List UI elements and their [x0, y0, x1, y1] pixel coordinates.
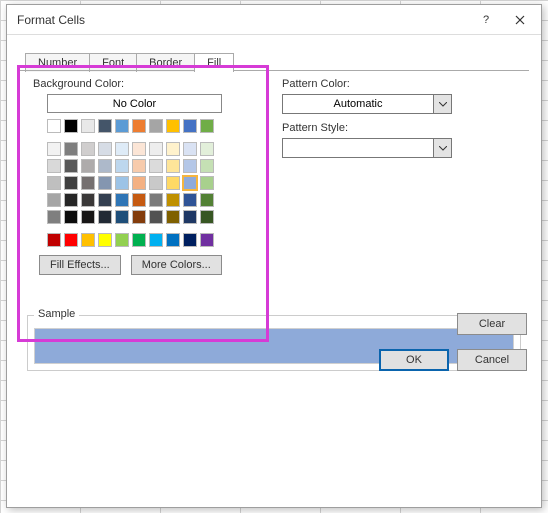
pattern-style-label: Pattern Style:: [282, 122, 517, 134]
color-swatch[interactable]: [149, 176, 163, 190]
color-swatch[interactable]: [183, 119, 197, 133]
color-swatch[interactable]: [166, 176, 180, 190]
color-swatch[interactable]: [64, 210, 78, 224]
color-swatch[interactable]: [132, 159, 146, 173]
color-swatch[interactable]: [98, 142, 112, 156]
color-swatch[interactable]: [166, 193, 180, 207]
color-swatch[interactable]: [200, 210, 214, 224]
color-swatch[interactable]: [200, 193, 214, 207]
color-swatch[interactable]: [47, 119, 61, 133]
color-swatch[interactable]: [47, 142, 61, 156]
color-swatch[interactable]: [115, 176, 129, 190]
background-color-label: Background Color:: [33, 78, 258, 90]
color-swatch[interactable]: [149, 210, 163, 224]
color-swatch[interactable]: [166, 159, 180, 173]
color-swatch[interactable]: [64, 176, 78, 190]
close-icon: [515, 15, 525, 25]
color-swatch[interactable]: [81, 159, 95, 173]
color-swatch[interactable]: [166, 210, 180, 224]
color-swatch[interactable]: [98, 176, 112, 190]
titlebar: Format Cells ?: [7, 5, 541, 35]
color-swatch[interactable]: [149, 159, 163, 173]
color-swatch[interactable]: [132, 176, 146, 190]
theme-color-grid: [47, 142, 258, 224]
tab-fill[interactable]: Fill: [194, 53, 234, 72]
format-cells-dialog: Format Cells ? NumberFontBorderFill Back…: [6, 4, 542, 508]
fill-effects-button[interactable]: Fill Effects...: [39, 255, 121, 275]
color-swatch[interactable]: [64, 159, 78, 173]
color-swatch[interactable]: [183, 176, 197, 190]
color-swatch[interactable]: [183, 159, 197, 173]
color-swatch[interactable]: [81, 119, 95, 133]
color-swatch[interactable]: [166, 142, 180, 156]
help-button[interactable]: ?: [469, 9, 503, 31]
color-swatch[interactable]: [115, 142, 129, 156]
color-swatch[interactable]: [47, 193, 61, 207]
color-swatch[interactable]: [183, 210, 197, 224]
color-swatch[interactable]: [47, 176, 61, 190]
more-colors-button[interactable]: More Colors...: [131, 255, 222, 275]
color-swatch[interactable]: [200, 119, 214, 133]
color-swatch[interactable]: [81, 142, 95, 156]
color-swatch[interactable]: [200, 233, 214, 247]
color-swatch[interactable]: [81, 210, 95, 224]
color-swatch[interactable]: [183, 142, 197, 156]
dialog-title: Format Cells: [17, 13, 469, 27]
chevron-down-icon: [433, 95, 451, 113]
pattern-color-label: Pattern Color:: [282, 78, 517, 90]
color-swatch[interactable]: [81, 233, 95, 247]
color-swatch[interactable]: [47, 210, 61, 224]
color-swatch[interactable]: [98, 159, 112, 173]
color-swatch[interactable]: [81, 193, 95, 207]
color-swatch[interactable]: [200, 142, 214, 156]
color-swatch[interactable]: [166, 233, 180, 247]
chevron-down-icon: [433, 139, 451, 157]
color-swatch[interactable]: [47, 159, 61, 173]
color-swatch[interactable]: [132, 233, 146, 247]
color-swatch[interactable]: [115, 210, 129, 224]
clear-button[interactable]: Clear: [457, 313, 527, 335]
color-swatch[interactable]: [98, 233, 112, 247]
color-swatch[interactable]: [115, 233, 129, 247]
color-swatch[interactable]: [64, 119, 78, 133]
color-swatch[interactable]: [132, 142, 146, 156]
color-swatch[interactable]: [149, 193, 163, 207]
pattern-style-combo[interactable]: [282, 138, 452, 158]
basic-color-row: [47, 119, 258, 133]
color-swatch[interactable]: [64, 233, 78, 247]
color-swatch[interactable]: [81, 176, 95, 190]
cancel-button[interactable]: Cancel: [457, 349, 527, 371]
color-swatch[interactable]: [183, 193, 197, 207]
color-swatch[interactable]: [47, 233, 61, 247]
color-swatch[interactable]: [166, 119, 180, 133]
close-button[interactable]: [503, 9, 537, 31]
color-swatch[interactable]: [115, 119, 129, 133]
color-swatch[interactable]: [183, 233, 197, 247]
standard-color-row: [47, 233, 258, 247]
color-swatch[interactable]: [132, 193, 146, 207]
tab-strip: NumberFontBorderFill: [25, 49, 529, 71]
color-swatch[interactable]: [98, 119, 112, 133]
color-swatch[interactable]: [115, 193, 129, 207]
color-swatch[interactable]: [115, 159, 129, 173]
help-icon: ?: [483, 14, 489, 26]
color-swatch[interactable]: [98, 193, 112, 207]
color-swatch[interactable]: [132, 119, 146, 133]
no-color-button[interactable]: No Color: [47, 94, 222, 113]
color-swatch[interactable]: [149, 119, 163, 133]
ok-button[interactable]: OK: [379, 349, 449, 371]
color-swatch[interactable]: [149, 142, 163, 156]
color-swatch[interactable]: [200, 176, 214, 190]
color-swatch[interactable]: [98, 210, 112, 224]
color-swatch[interactable]: [149, 233, 163, 247]
color-swatch[interactable]: [200, 159, 214, 173]
color-swatch[interactable]: [64, 142, 78, 156]
pattern-color-combo[interactable]: Automatic: [282, 94, 452, 114]
sample-label: Sample: [34, 308, 79, 320]
color-swatch[interactable]: [132, 210, 146, 224]
color-swatch[interactable]: [64, 193, 78, 207]
